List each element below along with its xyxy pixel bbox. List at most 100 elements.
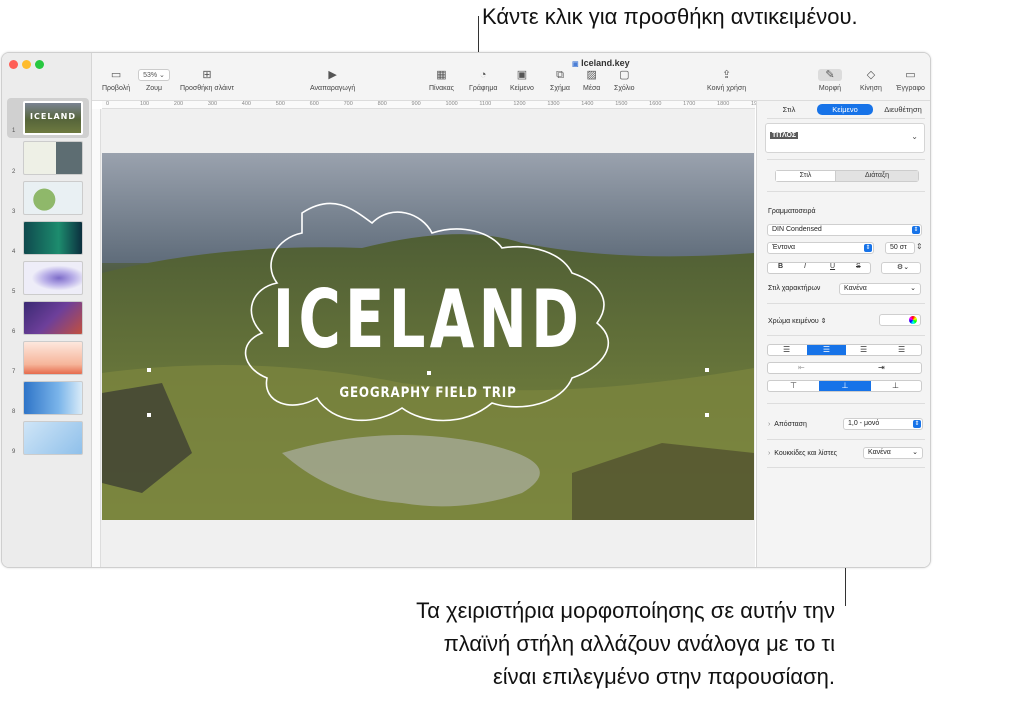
tab-arrange[interactable]: Διευθέτηση [875,104,930,115]
text-options-button[interactable]: ⚙⌄ [881,262,921,274]
ruler-tick-label: 700 [343,101,353,107]
text-color-well[interactable] [879,314,921,326]
font-label: Γραμματοσειρά [768,208,816,215]
sidebar-icon: ▭ [110,69,122,81]
ruler-tick-label: 1200 [513,101,526,107]
zoom-window-button[interactable] [35,60,44,69]
comment-icon: ▢ [619,69,630,81]
ruler-tick-label: 1000 [445,101,458,107]
slide-thumbnail-3[interactable] [23,181,83,215]
subtab-layout[interactable]: Διάταξη [836,171,918,181]
media-icon: ▨ [586,69,597,81]
add-slide-icon: ⊞ [202,69,212,81]
slide-title[interactable]: ICELAND [193,273,662,366]
char-style-label: Στιλ χαρακτήρων [768,285,821,292]
zoom-value: 53% ⌄ [138,69,170,81]
spacing-popup[interactable]: 1,0 - μονό ⇕ [843,418,923,430]
slide-number: 3 [12,209,16,215]
text-icon: ▣ [516,69,528,81]
italic-button[interactable]: I [804,263,806,270]
align-middle-icon[interactable]: ⊥ [819,381,871,391]
char-style-popup[interactable]: Κανένα ⌄ [839,283,921,295]
format-sidebar: Στιλ Κείμενο Διευθέτηση ΤΙΤΛΟΣ ⌄ Στιλ Δι… [756,101,930,567]
font-size-stepper[interactable]: ⇕ [916,242,923,251]
slide-number: 9 [12,449,16,455]
shape-icon: ⧉ [556,69,564,81]
strikethrough-button[interactable]: S [856,263,861,270]
gear-icon: ⚙⌄ [896,264,910,271]
add-slide-button[interactable]: ⊞ Προσθήκη σλάιντ [180,69,234,92]
popup-arrows-icon: ⇕ [912,226,920,234]
paragraph-style-selector[interactable]: ΤΙΤΛΟΣ ⌄ [765,123,925,153]
zoom-button[interactable]: 53% ⌄ Ζουμ [138,69,170,92]
align-left-icon[interactable]: ☰ [783,345,790,354]
ruler-tick-label: 600 [309,101,319,107]
format-button[interactable]: ✎ Μορφή [818,69,842,92]
slide-thumbnail-2[interactable] [23,141,83,175]
spacing-disclosure[interactable]: › Απόσταση [768,421,807,428]
comment-button[interactable]: ▢ Σχόλιο [614,69,635,92]
animate-button[interactable]: ◇ Κίνηση [860,69,882,92]
align-bottom-icon[interactable]: ⊥ [892,381,899,390]
document-button[interactable]: ▭ Έγγραφο [896,69,925,92]
bullets-disclosure[interactable]: › Κουκκίδες και λίστες [768,450,837,457]
slide-subtitle[interactable]: GEOGRAPHY FIELD TRIP [151,385,705,401]
view-button[interactable]: ▭ Προβολή [102,69,130,92]
color-wheel-icon [909,316,917,324]
media-button[interactable]: ▨ Μέσα [583,69,600,92]
slide-thumbnail-9[interactable] [23,421,83,455]
font-style-buttons: B I U S [767,262,871,274]
ruler-tick-label: 300 [207,101,218,107]
callout-bottom-line-3: είναι επιλεγμένο στην παρουσίαση. [492,664,835,689]
slide-number: 7 [12,369,16,375]
tab-style[interactable]: Στιλ [765,104,813,115]
tab-text[interactable]: Κείμενο [817,104,873,115]
slide-thumbnail-4[interactable] [23,221,83,255]
slide-canvas-main[interactable]: ICELAND GEOGRAPHY FIELD TRIP [102,153,754,520]
chevron-right-icon: › [768,421,771,428]
chart-button[interactable]: ◔ Γράφημα [469,69,497,92]
decrease-indent-icon[interactable]: ⇤ [798,363,805,372]
slide-thumbnail-8[interactable] [23,381,83,415]
slide-thumbnail-7[interactable] [23,341,83,375]
alignment-buttons: ☰ ☰ ☰ ☰ [767,344,922,356]
bullets-popup[interactable]: Κανένα ⌄ [863,447,923,459]
align-top-icon[interactable]: ⊤ [790,381,797,390]
align-right-icon[interactable]: ☰ [860,345,867,354]
slide-navigator: 1 ICELAND 2 3 4 5 6 7 8 9 [2,53,92,567]
ruler-tick-label: 1700 [683,101,696,107]
horizontal-ruler: 0 100 200 300 400 500 600 700 800 900 1000 1100 1200… [102,101,763,109]
share-icon: ⇪ [721,69,732,81]
thumb-title: ICELAND [30,112,76,121]
shape-button[interactable]: ⧉ Σχήμα [550,69,570,92]
vertical-align-buttons: ⊤ ⊥ ⊥ [767,380,922,392]
share-button[interactable]: ⇪ Κοινή χρήση [707,69,746,92]
popup-arrows-icon: ⇕ [864,244,872,252]
font-size-field[interactable]: 50 στ [885,242,915,254]
popup-arrows-icon: ⇕ [913,420,921,428]
callout-top: Κάντε κλικ για προσθήκη αντικειμένου. [482,4,858,29]
table-icon: ▦ [436,69,447,81]
increase-indent-icon[interactable]: ⇥ [878,363,885,372]
minimize-window-button[interactable] [22,60,31,69]
bold-button[interactable]: B [778,263,783,270]
callout-bottom-line-1: Τα χειριστήρια μορφοποίησης σε αυτήν την [416,598,835,623]
font-weight-popup[interactable]: Έντονα ⇕ [767,242,874,254]
subtab-style[interactable]: Στιλ [776,171,836,181]
play-button[interactable]: ▶ Αναπαραγωγή [310,69,355,92]
slide-thumbnail-1[interactable]: ICELAND [23,101,83,135]
font-family-popup[interactable]: DIN Condensed ⇕ [767,224,922,236]
slide-number: 1 [12,128,16,134]
slide-thumbnail-5[interactable] [23,261,83,295]
align-center-icon[interactable]: ☰ [807,345,846,355]
text-button[interactable]: ▣ Κείμενο [510,69,534,92]
underline-button[interactable]: U [830,263,835,270]
table-button[interactable]: ▦ Πίνακας [429,69,454,92]
close-window-button[interactable] [9,60,18,69]
slide-thumbnail-6[interactable] [23,301,83,335]
chevron-down-icon: ⌄ [910,285,916,292]
chevron-down-icon: ⌄ [912,449,918,456]
ruler-tick-label: 1800 [717,101,730,107]
align-justify-icon[interactable]: ☰ [898,345,905,354]
slide-number: 4 [12,249,16,255]
